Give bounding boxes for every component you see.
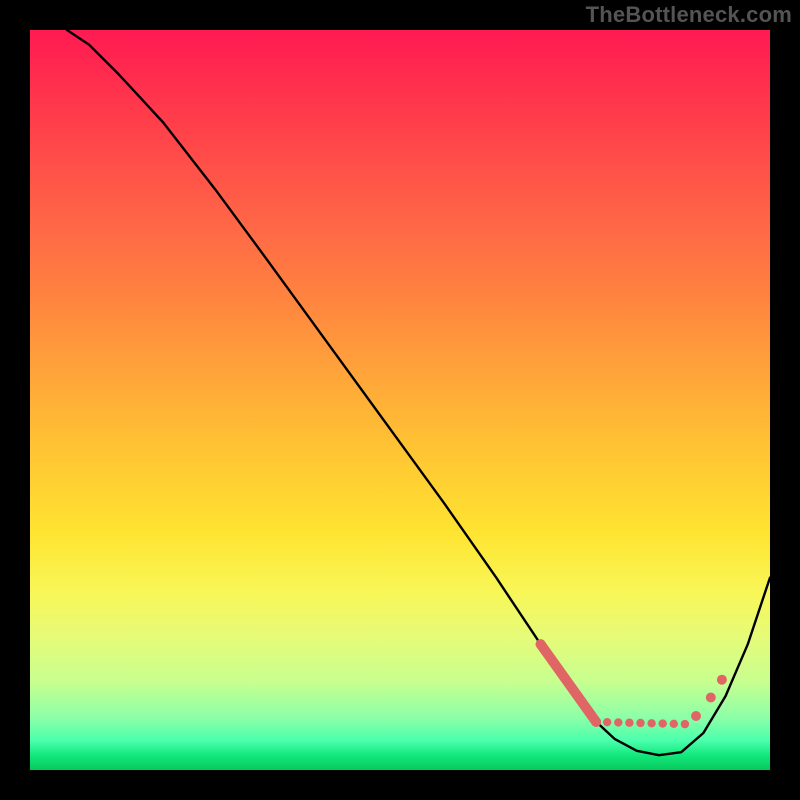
marker-dot (681, 720, 689, 728)
marker-dot (603, 718, 611, 726)
marker-dot (670, 720, 678, 728)
marker-dot (591, 717, 601, 727)
bottleneck-curve (67, 30, 770, 755)
marker-group (536, 639, 727, 728)
watermark-text: TheBottleneck.com (586, 2, 792, 28)
marker-dot (691, 711, 701, 721)
chart-frame: TheBottleneck.com (0, 0, 800, 800)
marker-dot (625, 719, 633, 727)
marker-dot (706, 692, 716, 702)
marker-dot (614, 718, 622, 726)
marker-dot (659, 719, 667, 727)
plot-area (30, 30, 770, 770)
marker-dot (647, 719, 655, 727)
marker-dot (717, 675, 727, 685)
marker-dot (536, 639, 546, 649)
curve-overlay (30, 30, 770, 770)
marker-segment-desc (541, 644, 597, 722)
marker-dot (636, 719, 644, 727)
